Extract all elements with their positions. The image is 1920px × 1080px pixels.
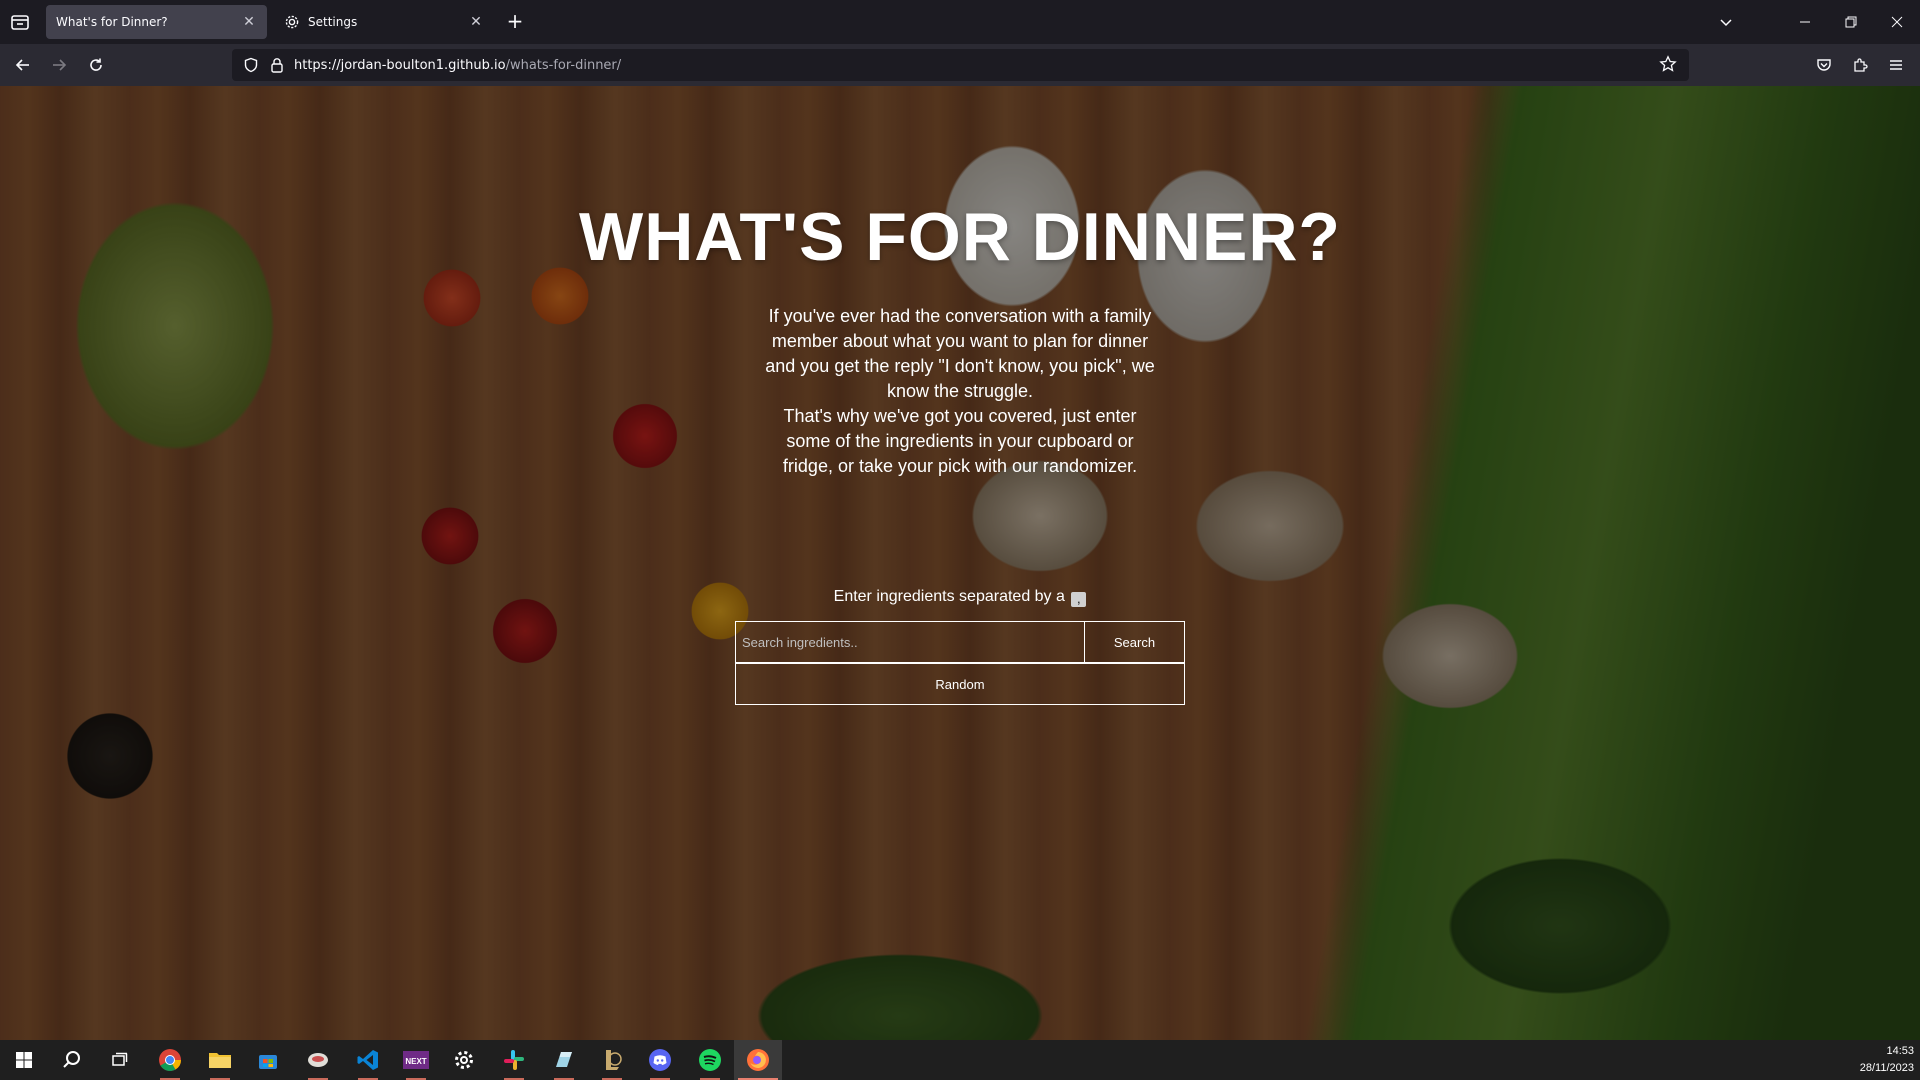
tab-label: Settings [308,15,358,29]
url-path: /whats-for-dinner/ [505,57,622,73]
pocket-icon[interactable] [1812,53,1836,77]
search-button[interactable]: Search [1084,622,1184,662]
store-icon[interactable] [244,1040,292,1080]
chevron-down-icon[interactable] [1710,0,1742,44]
next-icon[interactable]: NEXT [392,1040,440,1080]
ingredients-label: Enter ingredients separated by a , [0,588,1920,607]
bookmark-star-icon[interactable] [1659,55,1679,75]
back-icon[interactable] [11,53,35,77]
url-text[interactable]: https://jordan-boulton1.github.io/whats-… [294,58,1659,73]
page-description: If you've ever had the conversation with… [760,304,1160,479]
minimize-icon[interactable] [1782,0,1828,44]
app-icon-2[interactable] [540,1040,588,1080]
reload-icon[interactable] [84,53,108,77]
clock-time: 14:53 [1886,1045,1914,1057]
settings-icon[interactable] [440,1040,488,1080]
close-icon[interactable]: ✕ [468,14,484,30]
extensions-icon[interactable] [1848,53,1872,77]
firefox-view-icon[interactable] [9,11,31,33]
forward-icon[interactable] [47,53,71,77]
slack-icon[interactable] [490,1040,538,1080]
file-explorer-icon[interactable] [196,1040,244,1080]
menu-icon[interactable] [1884,53,1908,77]
search-icon[interactable] [48,1040,96,1080]
svg-text:NEXT: NEXT [405,1057,426,1066]
new-tab-icon[interactable]: + [505,11,525,32]
random-button[interactable]: Random [735,663,1185,705]
page-title: WHAT'S FOR DINNER? [579,199,1341,275]
system-clock[interactable]: 14:53 28/11/2023 [1844,1043,1914,1077]
firefox-icon[interactable] [734,1040,782,1080]
tab-whats-for-dinner[interactable]: What's for Dinner? ✕ [46,5,267,39]
description-paragraph-1: If you've ever had the conversation with… [765,306,1155,401]
discord-icon[interactable] [636,1040,684,1080]
comma-key-badge: , [1071,592,1087,607]
tab-bar: What's for Dinner? ✕ Settings ✕ + [0,0,1920,44]
clock-date: 28/11/2023 [1859,1062,1914,1074]
spotify-icon[interactable] [686,1040,734,1080]
description-paragraph-2: That's why we've got you covered, just e… [782,406,1138,476]
search-input[interactable] [736,622,1084,662]
search-form: Search [735,621,1185,663]
gear-icon [284,14,300,30]
window-controls [1710,0,1920,44]
close-icon[interactable]: ✕ [241,14,257,30]
close-window-icon[interactable] [1874,0,1920,44]
vscode-icon[interactable] [344,1040,392,1080]
url-host: https://jordan-boulton1.github.io [294,57,506,73]
restore-icon[interactable] [1828,0,1874,44]
tab-settings[interactable]: Settings ✕ [274,5,494,39]
tab-label: What's for Dinner? [56,15,168,29]
league-icon[interactable] [588,1040,636,1080]
app-icon[interactable] [294,1040,342,1080]
ingredients-label-text: Enter ingredients separated by a [833,588,1065,605]
shield-icon[interactable] [242,56,260,74]
start-icon[interactable] [0,1040,48,1080]
task-view-icon[interactable] [96,1040,144,1080]
chrome-icon[interactable] [146,1040,194,1080]
taskbar: NEXT 14:53 28/11/2023 [0,1040,1920,1080]
address-bar[interactable]: https://jordan-boulton1.github.io/whats-… [232,49,1689,81]
page-viewport: WHAT'S FOR DINNER? If you've ever had th… [0,86,1920,1040]
lock-icon[interactable] [268,56,286,74]
navigation-toolbar: https://jordan-boulton1.github.io/whats-… [0,44,1920,86]
